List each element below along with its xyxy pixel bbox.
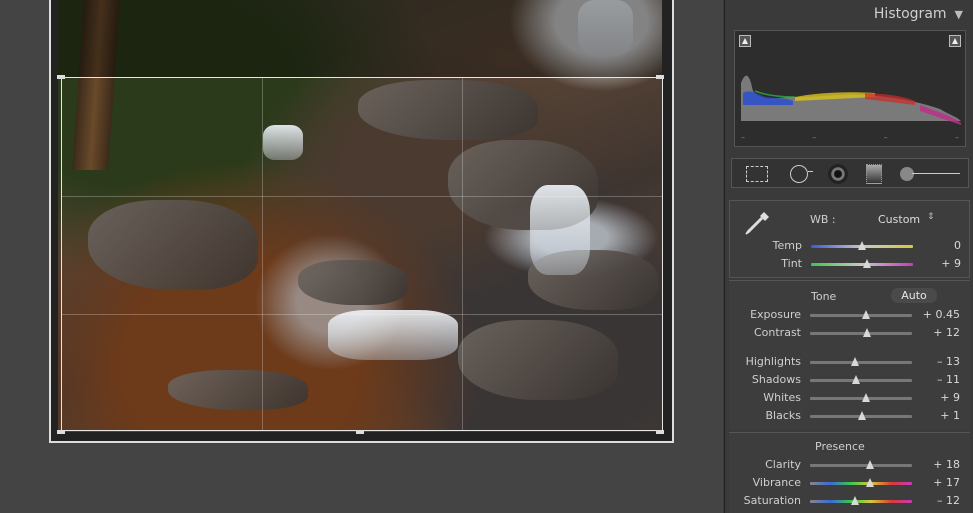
histogram-ticks: – – – –: [741, 133, 959, 142]
crop-handle-bottom-right[interactable]: [656, 430, 664, 434]
slider-label: Blacks: [765, 409, 802, 422]
slider-thumb[interactable]: [866, 460, 875, 469]
slider-track-tint[interactable]: [811, 259, 913, 268]
presence-title: Presence: [815, 440, 865, 453]
slider-row-vibrance: Vibrance + 17: [729, 474, 970, 492]
slider-value[interactable]: + 12: [933, 326, 960, 339]
wb-label: WB :: [810, 213, 836, 226]
slider-row-shadows: Shadows – 11: [729, 371, 970, 389]
wb-preset-select[interactable]: Custom: [878, 213, 920, 226]
highlight-clipping-button[interactable]: [949, 35, 961, 47]
slider-label: Tint: [781, 257, 802, 270]
spot-removal-icon[interactable]: [790, 165, 813, 183]
crop-grid-line: [262, 78, 263, 430]
slider-track-highlights[interactable]: [810, 357, 912, 366]
eyedropper-icon[interactable]: [742, 209, 772, 237]
slider-thumb[interactable]: [863, 328, 872, 337]
slider-track-contrast[interactable]: [810, 328, 912, 337]
slider-track-whites[interactable]: [810, 393, 912, 402]
slider-value[interactable]: + 9: [940, 391, 960, 404]
auto-tone-button[interactable]: Auto: [891, 288, 937, 303]
crop-frame[interactable]: [61, 77, 663, 431]
slider-thumb[interactable]: [863, 259, 872, 268]
slider-value[interactable]: + 17: [933, 476, 960, 489]
slider-value[interactable]: + 18: [933, 458, 960, 471]
tone-section: Tone Auto Exposure + 0.45 Contrast + 12 High…: [729, 280, 970, 430]
slider-row-tint: Tint + 9: [730, 255, 971, 273]
triangle-down-icon[interactable]: ▼: [955, 8, 963, 21]
shadow-clipping-button[interactable]: [739, 35, 751, 47]
tool-strip: [731, 158, 969, 188]
slider-thumb[interactable]: [857, 411, 866, 420]
slider-thumb[interactable]: [850, 357, 859, 366]
slider-value[interactable]: – 13: [937, 355, 960, 368]
crop-overlay-icon[interactable]: [746, 166, 768, 182]
graduated-filter-icon[interactable]: [866, 164, 882, 184]
histogram-header[interactable]: Histogram ▼: [725, 0, 973, 28]
tick: –: [812, 133, 817, 142]
panel-title: Histogram: [873, 6, 947, 22]
slider-row-temp: Temp 0: [730, 237, 971, 255]
slider-row-contrast: Contrast + 12: [729, 324, 970, 342]
slider-thumb[interactable]: [861, 310, 870, 319]
slider-thumb[interactable]: [858, 241, 866, 250]
slider-value[interactable]: + 0.45: [923, 308, 960, 321]
slider-label: Shadows: [751, 373, 801, 386]
presence-section: Presence Clarity + 18 Vibrance + 17 Saturati…: [729, 432, 970, 513]
crop-handle-top-left[interactable]: [57, 75, 65, 79]
white-balance-section: WB : Custom ⇕ Temp 0 Tint + 9: [729, 200, 970, 278]
slider-row-saturation: Saturation – 12: [729, 492, 970, 510]
tone-title: Tone: [811, 290, 837, 303]
develop-panel: Histogram ▼ – – – – WB: Custom ⇕ Temp 0…: [724, 0, 973, 513]
slider-track-blacks[interactable]: [810, 411, 912, 420]
slider-label: Saturation: [743, 494, 801, 507]
crop-dimmed-area: [58, 0, 662, 77]
slider-track-shadows[interactable]: [810, 375, 912, 384]
slider-track-saturation[interactable]: [810, 496, 912, 505]
slider-label: Highlights: [745, 355, 801, 368]
crop-handle-bottom[interactable]: [356, 430, 364, 434]
image-canvas[interactable]: [0, 0, 723, 513]
slider-value[interactable]: 0: [954, 239, 961, 252]
slider-label: Whites: [763, 391, 801, 404]
slider-thumb[interactable]: [851, 375, 860, 384]
tick: –: [741, 133, 745, 142]
tick: –: [954, 133, 959, 142]
crop-grid-line: [62, 314, 662, 315]
histogram-graph: [741, 75, 961, 125]
crop-grid-line: [62, 196, 662, 197]
slider-track-exposure[interactable]: [810, 310, 912, 319]
slider-thumb[interactable]: [850, 496, 859, 505]
slider-row-blacks: Blacks + 1: [729, 407, 970, 425]
slider-thumb[interactable]: [865, 478, 874, 487]
slider-thumb[interactable]: [862, 393, 871, 402]
slider-value[interactable]: + 1: [940, 409, 960, 422]
crop-handle-top-right[interactable]: [656, 75, 664, 79]
slider-value[interactable]: – 11: [937, 373, 960, 386]
slider-value[interactable]: – 12: [937, 494, 960, 507]
slider-label: Exposure: [750, 308, 801, 321]
slider-row-exposure: Exposure + 0.45: [729, 306, 970, 324]
crop-grid-line: [462, 78, 463, 430]
slider-label: Temp: [772, 239, 802, 252]
crop-handle-bottom-left[interactable]: [57, 430, 65, 434]
adjustment-brush-icon[interactable]: [900, 167, 960, 181]
red-eye-icon[interactable]: [828, 164, 848, 184]
slider-value[interactable]: + 9: [941, 257, 961, 270]
wb-select-arrows-icon[interactable]: ⇕: [927, 212, 935, 222]
slider-label: Vibrance: [752, 476, 801, 489]
histogram: – – – –: [734, 30, 966, 147]
slider-row-clarity: Clarity + 18: [729, 456, 970, 474]
slider-row-whites: Whites + 9: [729, 389, 970, 407]
slider-track-vibrance[interactable]: [810, 478, 912, 487]
slider-track-temp[interactable]: [811, 241, 913, 250]
slider-label: Contrast: [753, 326, 801, 339]
slider-label: Clarity: [765, 458, 801, 471]
slider-track-clarity[interactable]: [810, 460, 912, 469]
slider-row-highlights: Highlights – 13: [729, 353, 970, 371]
tick: –: [883, 133, 888, 142]
